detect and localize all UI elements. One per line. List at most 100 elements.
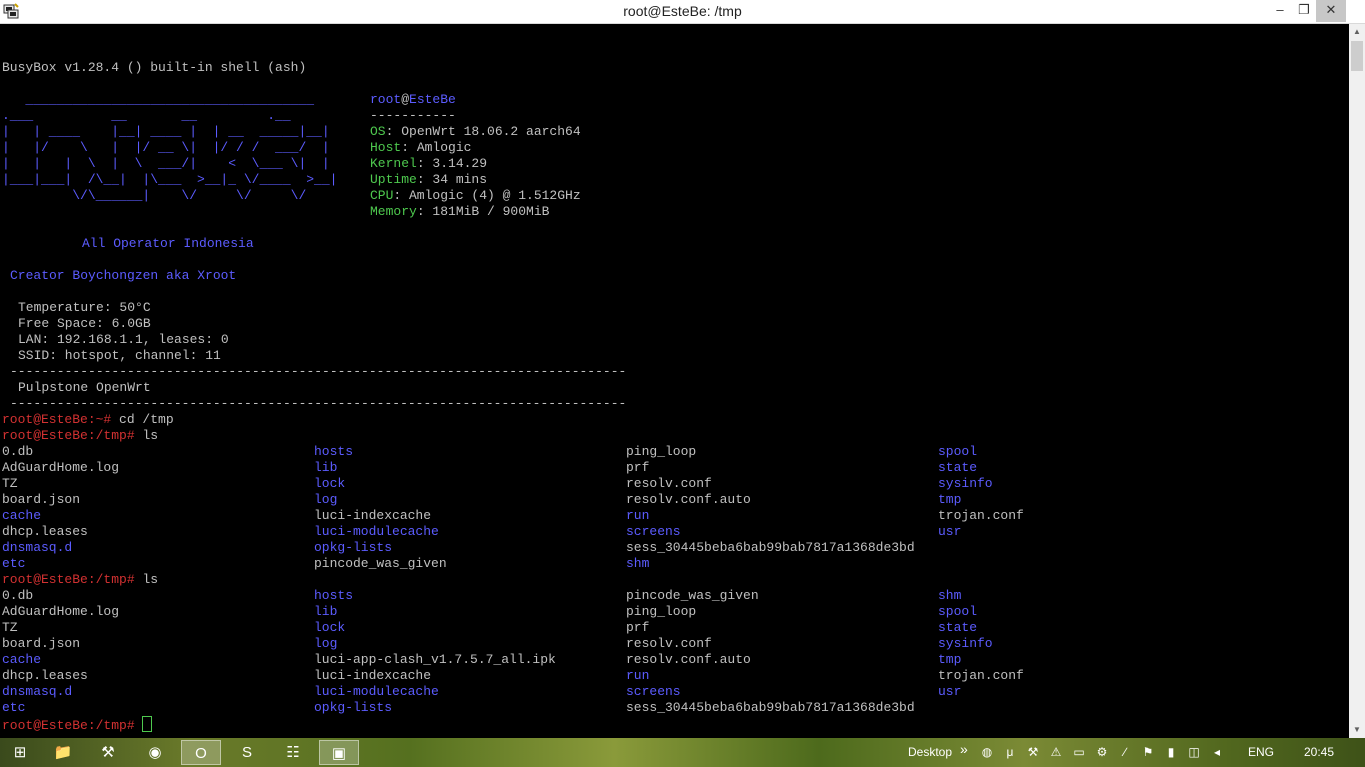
directory-entry: cache [2, 508, 42, 523]
directory-entry: usr [938, 524, 962, 539]
directory-entry: sysinfo [938, 636, 993, 651]
directory-entry: screens [626, 684, 681, 699]
taskbar: ⊞ 📁 ⚒ ◉ O S ☷ ▣ Desktop » ◍ μ ⚒ ⚠ ▭ ⚙ ∕ ⚑ ▮ ◫ ◂ ENG 20:45 [0, 738, 1365, 767]
settings-icon[interactable]: ⚙ [1095, 745, 1109, 759]
directory-entry: etc [2, 556, 26, 571]
directory-entry: run [626, 668, 650, 683]
language-indicator[interactable]: ENG [1248, 745, 1274, 759]
logo-line: | |/ \ | |/ __ \| |/ / / ___/ | [2, 140, 330, 155]
globe-icon[interactable]: ◍ [980, 745, 994, 759]
putty-icon: ▣ [331, 745, 347, 762]
volume-icon[interactable]: ◂ [1210, 745, 1224, 759]
logo-line: | | | \ | \ ___/| < \___ \| | [2, 156, 330, 171]
scroll-down-icon[interactable]: ▼ [1349, 722, 1365, 738]
file-entry: dhcp.leases [2, 524, 88, 539]
file-entry: luci-indexcache [314, 668, 432, 683]
directory-entry: opkg-lists [314, 700, 393, 715]
clock[interactable]: 20:45 [1304, 745, 1334, 759]
sysinfo-label: OS [370, 124, 386, 139]
directory-entry: state [938, 620, 978, 635]
file-entry: pincode_was_given [626, 588, 759, 603]
directory-entry: lock [314, 620, 346, 635]
file-entry: trojan.conf [938, 508, 1024, 523]
vertical-scrollbar[interactable]: ▲ ▼ [1349, 24, 1365, 738]
file-entry: ping_loop [626, 444, 697, 459]
sysinfo-value: : 3.14.29 [416, 156, 488, 171]
directory-entry: luci-modulecache [314, 524, 439, 539]
file-entry: pincode_was_given [314, 556, 447, 571]
taskbar-start-button[interactable]: ⊞ [0, 740, 40, 765]
prompt-line-current[interactable]: root@EsteBe:/tmp# [2, 716, 153, 733]
utorrent-icon[interactable]: μ [1003, 745, 1017, 759]
directory-entry: cache [2, 652, 42, 667]
file-entry: resolv.conf.auto [626, 652, 751, 667]
desktop-toolbar-label[interactable]: Desktop [908, 745, 952, 759]
directory-entry: sysinfo [938, 476, 993, 491]
chrome-icon: ◉ [148, 744, 162, 761]
directory-entry: luci-modulecache [314, 684, 439, 699]
tagline: All Operator Indonesia [82, 236, 254, 251]
close-icon: ✕ [1325, 2, 1337, 17]
window-title-bar[interactable]: root@EsteBe: /tmp – ❐ ✕ [0, 0, 1365, 24]
toolbar-chevron-icon[interactable]: » [960, 741, 968, 757]
pen-icon[interactable]: ∕ [1118, 745, 1132, 759]
sysinfo-value: : 181MiB / 900MiB [416, 204, 550, 219]
sublime-icon: S [241, 744, 252, 761]
taskbar-network-tool[interactable]: ☷ [273, 740, 313, 765]
sysinfo-label: Host [370, 140, 402, 155]
creator-line: Creator Boychongzen aka Xroot [10, 268, 237, 283]
tool-tray-icon[interactable]: ⚒ [1026, 745, 1040, 759]
rule-top: ----------------------------------------… [10, 364, 627, 379]
close-button[interactable]: ✕ [1316, 0, 1346, 22]
logo-line: | | ____ |__| ____ | | __ _____|__| [2, 124, 330, 139]
directory-entry: spool [938, 604, 978, 619]
sysinfo-row: CPU: Amlogic (4) @ 1.512GHz [370, 188, 581, 204]
file-entry: sess_30445beba6bab99bab7817a1368de3bd [626, 540, 915, 555]
file-entry: resolv.conf [626, 636, 712, 651]
sysinfo-label: Memory [370, 204, 417, 219]
taskbar-file-explorer[interactable]: 📁 [43, 740, 83, 765]
directory-entry: lock [314, 476, 346, 491]
scroll-up-icon[interactable]: ▲ [1349, 24, 1365, 40]
minimize-icon: – [1276, 2, 1284, 17]
file-entry: TZ [2, 476, 18, 491]
windows-logo-icon: ⊞ [13, 744, 27, 761]
maximize-button[interactable]: ❐ [1289, 0, 1319, 22]
sysinfo-value: : Amlogic [401, 140, 472, 155]
taskbar-putty[interactable]: ▣ [319, 740, 359, 765]
logo-line: _____________________________________ [2, 92, 315, 107]
sysinfo-row: Kernel: 3.14.29 [370, 156, 487, 172]
terminal-area[interactable]: BusyBox v1.28.4 () built-in shell (ash) … [0, 24, 1349, 738]
stat-line: Temperature: 50°C [18, 300, 151, 315]
directory-entry: etc [2, 700, 26, 715]
file-entry: AdGuardHome.log [2, 460, 120, 475]
flag-icon[interactable]: ⚑ [1141, 745, 1155, 759]
taskbar-opera[interactable]: O [181, 740, 221, 765]
stat-line: Free Space: 6.0GB [18, 316, 151, 331]
file-entry: resolv.conf.auto [626, 492, 751, 507]
network-tray-icon[interactable]: ◫ [1187, 745, 1201, 759]
warning-icon[interactable]: ⚠ [1049, 745, 1063, 759]
file-entry: AdGuardHome.log [2, 604, 120, 619]
directory-entry: usr [938, 684, 962, 699]
file-entry: sess_30445beba6bab99bab7817a1368de3bd [626, 700, 915, 715]
sysinfo-label: CPU [370, 188, 394, 203]
monitor-icon[interactable]: ▭ [1072, 745, 1086, 759]
directory-entry: screens [626, 524, 681, 539]
taskbar-chrome[interactable]: ◉ [135, 740, 175, 765]
file-entry: prf [626, 620, 650, 635]
power-icon[interactable]: ▮ [1164, 745, 1178, 759]
directory-entry: state [938, 460, 978, 475]
tool-icon: ⚒ [101, 744, 115, 761]
network-icon: ☷ [286, 744, 300, 761]
rule-bottom: ----------------------------------------… [10, 396, 627, 411]
scrollbar-thumb[interactable] [1351, 41, 1363, 71]
file-entry: 0.db [2, 588, 34, 603]
logo-line: .___ __ __ .__ [2, 108, 291, 123]
taskbar-app-tool[interactable]: ⚒ [88, 740, 128, 765]
prompt-line: root@EsteBe:~# cd /tmp [2, 412, 174, 427]
text-cursor [142, 716, 153, 732]
directory-entry: shm [938, 588, 962, 603]
taskbar-sublime-text[interactable]: S [227, 740, 267, 765]
file-entry: TZ [2, 620, 18, 635]
